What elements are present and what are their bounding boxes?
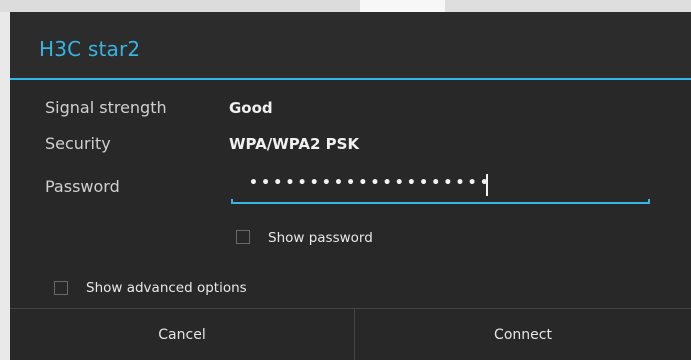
background-panel — [360, 0, 445, 12]
button-bar: Cancel Connect — [10, 308, 691, 360]
cancel-button[interactable]: Cancel — [10, 309, 354, 360]
show-password-label[interactable]: Show password — [268, 230, 373, 246]
password-masked-text: •••••••••••••••••••• — [249, 175, 492, 191]
password-field[interactable]: •••••••••••••••••••• — [231, 170, 650, 204]
dialog-header: H3C star2 — [10, 12, 691, 78]
signal-strength-label: Signal strength — [45, 98, 167, 117]
security-value: WPA/WPA2 PSK — [229, 135, 360, 153]
show-advanced-options-label[interactable]: Show advanced options — [86, 280, 247, 296]
dialog-title: H3C star2 — [39, 37, 141, 61]
security-label: Security — [45, 134, 111, 153]
show-advanced-options-checkbox[interactable] — [54, 281, 68, 295]
background-panel — [0, 0, 360, 12]
connect-button[interactable]: Connect — [355, 309, 691, 360]
wifi-connect-dialog: H3C star2 Signal strength Good Security … — [10, 12, 691, 360]
text-cursor — [486, 174, 488, 196]
show-password-checkbox[interactable] — [236, 230, 250, 244]
background-panel — [445, 0, 691, 12]
signal-strength-value: Good — [229, 99, 273, 117]
title-divider — [10, 78, 691, 80]
password-label: Password — [45, 177, 120, 196]
